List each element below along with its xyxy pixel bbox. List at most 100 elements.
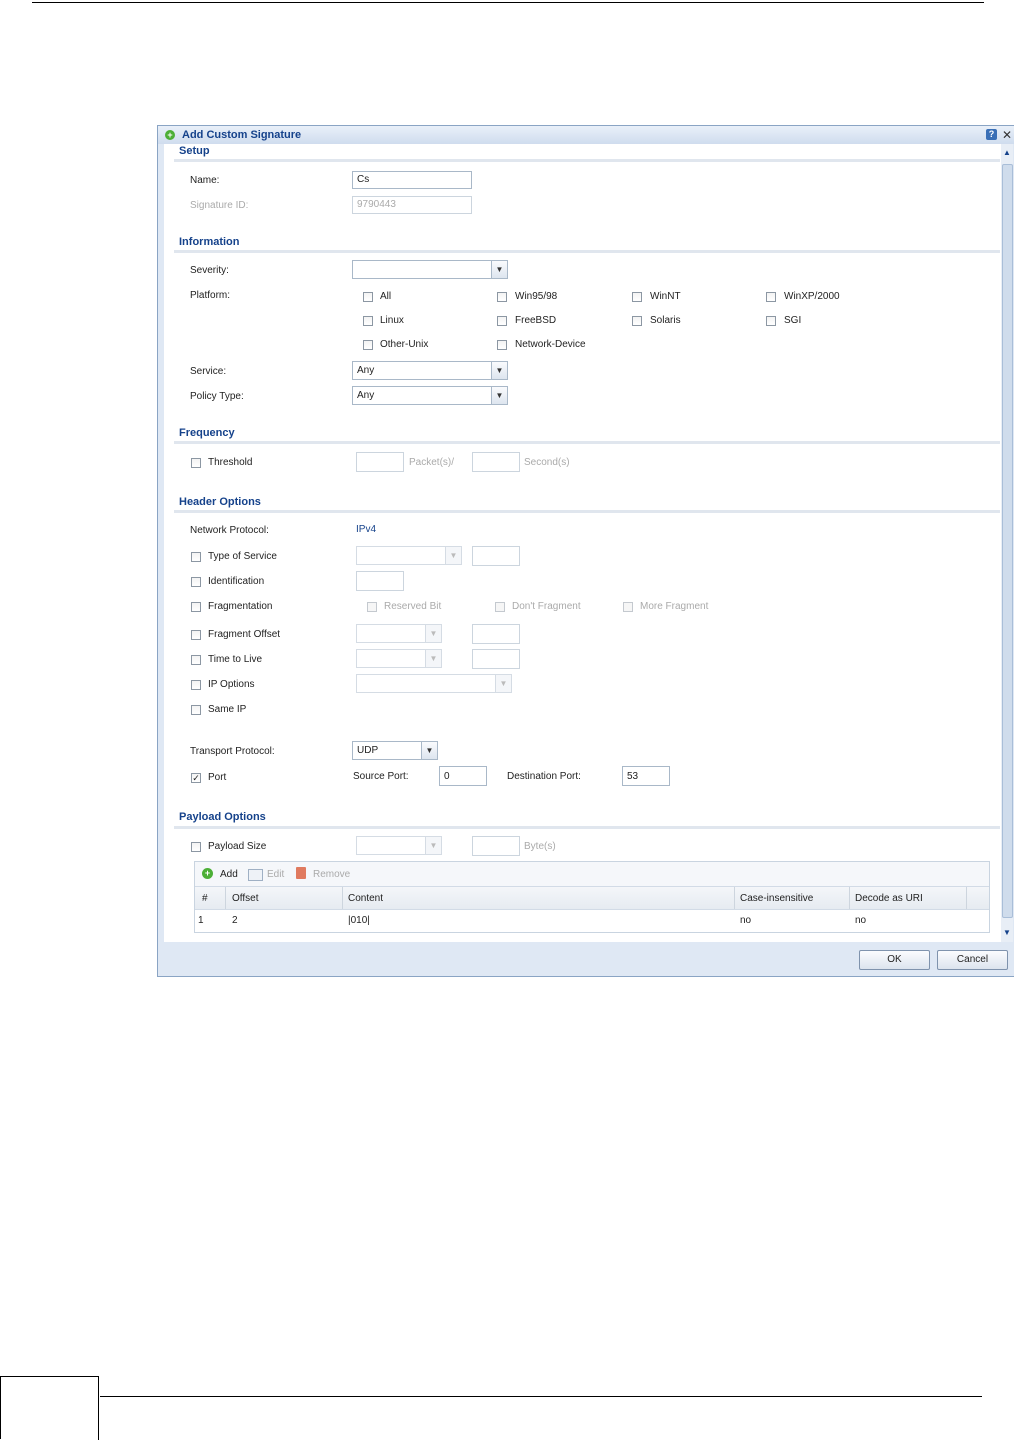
source-port-input[interactable] [439, 766, 487, 786]
platform-all-label: All [380, 291, 392, 302]
transport-protocol-value: UDP [357, 745, 379, 756]
payload-toolbar: + Add Edit Remove [195, 862, 989, 887]
fragment-offset-select[interactable]: ▼ [356, 624, 442, 643]
platform-sgi-label: SGI [784, 315, 802, 326]
severity-select[interactable]: ▼ [352, 260, 508, 279]
port-label: Port [208, 772, 227, 783]
name-input[interactable] [352, 171, 472, 189]
divider [174, 159, 1000, 162]
port-checkbox[interactable]: ✓ [191, 773, 201, 783]
fragment-offset-checkbox[interactable] [191, 630, 201, 640]
table-row[interactable]: 1 2 |010| no no [195, 910, 989, 931]
payload-size-checkbox[interactable] [191, 842, 201, 852]
dialog-titlebar: + Add Custom Signature ? ✕ [158, 126, 1014, 144]
row-number: 1 [198, 915, 204, 926]
type-of-service-label: Type of Service [208, 551, 277, 562]
platform-winxp-label: WinXP/2000 [784, 291, 840, 302]
platform-win95-label: Win95/98 [515, 291, 558, 302]
platform-winnt-checkbox[interactable] [632, 292, 642, 302]
identification-checkbox[interactable] [191, 577, 201, 587]
vertical-scrollbar[interactable]: ▲ ▼ [1001, 144, 1013, 942]
service-select[interactable]: Any ▼ [352, 361, 508, 380]
name-label: Name: [190, 175, 220, 186]
more-fragment-label: More Fragment [640, 601, 709, 612]
help-icon[interactable]: ? [986, 129, 997, 140]
dialog-content: Setup Name: Signature ID: Information Se… [164, 144, 1002, 942]
time-to-live-checkbox[interactable] [191, 655, 201, 665]
threshold-seconds-input[interactable] [472, 452, 520, 472]
time-to-live-select[interactable]: ▼ [356, 649, 442, 668]
transport-protocol-select[interactable]: UDP ▼ [352, 741, 438, 760]
platform-linux-checkbox[interactable] [363, 316, 373, 326]
fragment-offset-label: Fragment Offset [208, 629, 281, 640]
chevron-down-icon: ▼ [491, 261, 507, 278]
column-separator [342, 887, 343, 909]
chevron-down-icon: ▼ [425, 625, 441, 642]
same-ip-label: Same IP [208, 704, 247, 715]
network-protocol-value: IPv4 [356, 524, 377, 535]
platform-network-device-checkbox[interactable] [497, 340, 507, 350]
divider [174, 441, 1000, 444]
chevron-down-icon: ▼ [421, 742, 437, 759]
time-to-live-input[interactable] [472, 649, 520, 669]
column-header[interactable]: Case-insensitive [740, 893, 813, 904]
more-fragment-checkbox[interactable] [623, 602, 633, 612]
row-content: |010| [348, 915, 370, 926]
row-case-insensitive: no [740, 915, 752, 926]
add-button[interactable]: Add [220, 869, 238, 880]
chevron-down-icon: ▼ [445, 547, 461, 564]
platform-sgi-checkbox[interactable] [766, 316, 776, 326]
destination-port-input[interactable] [622, 766, 670, 786]
column-header[interactable]: # [202, 893, 208, 904]
fragmentation-label: Fragmentation [208, 601, 273, 612]
reserved-bit-checkbox[interactable] [367, 602, 377, 612]
page-bottom-rule [100, 1396, 982, 1397]
chevron-down-icon: ▼ [425, 837, 441, 854]
platform-winxp-checkbox[interactable] [766, 292, 776, 302]
platform-other-unix-checkbox[interactable] [363, 340, 373, 350]
platform-label: Platform: [190, 290, 231, 301]
destination-port-label: Destination Port: [507, 771, 581, 782]
chevron-up-icon[interactable]: ▲ [1002, 148, 1012, 157]
ip-options-checkbox[interactable] [191, 680, 201, 690]
cancel-button[interactable]: Cancel [937, 950, 1008, 970]
platform-solaris-checkbox[interactable] [632, 316, 642, 326]
bytes-label: Byte(s) [524, 841, 556, 852]
ok-button[interactable]: OK [859, 950, 930, 970]
policy-type-label: Policy Type: [190, 391, 244, 402]
service-value: Any [357, 365, 375, 376]
row-decode-as-uri: no [855, 915, 867, 926]
platform-other-unix-label: Other-Unix [380, 339, 429, 350]
threshold-packets-input[interactable] [356, 452, 404, 472]
remove-button[interactable]: Remove [313, 869, 350, 880]
add-icon[interactable]: + [202, 868, 213, 879]
type-of-service-input[interactable] [472, 546, 520, 566]
header-options-heading: Header Options [179, 496, 261, 508]
fragmentation-checkbox[interactable] [191, 602, 201, 612]
page-top-rule [32, 2, 984, 3]
fragment-offset-input[interactable] [472, 624, 520, 644]
same-ip-checkbox[interactable] [191, 705, 201, 715]
platform-all-checkbox[interactable] [363, 292, 373, 302]
column-header[interactable]: Decode as URI [855, 893, 923, 904]
platform-freebsd-checkbox[interactable] [497, 316, 507, 326]
threshold-checkbox[interactable] [191, 458, 201, 468]
column-header[interactable]: Offset [232, 893, 259, 904]
close-icon[interactable]: ✕ [1002, 128, 1012, 142]
edit-button[interactable]: Edit [267, 869, 284, 880]
type-of-service-select[interactable]: ▼ [356, 546, 462, 565]
page-number-box-edge [98, 1376, 99, 1440]
payload-size-input[interactable] [472, 836, 520, 856]
scroll-thumb[interactable] [1002, 164, 1013, 918]
policy-type-select[interactable]: Any ▼ [352, 386, 508, 405]
payload-size-select[interactable]: ▼ [356, 836, 442, 855]
network-protocol-label: Network Protocol: [190, 525, 269, 536]
type-of-service-checkbox[interactable] [191, 552, 201, 562]
chevron-down-icon[interactable]: ▼ [1002, 928, 1012, 937]
identification-input[interactable] [356, 571, 404, 591]
dont-fragment-checkbox[interactable] [495, 602, 505, 612]
platform-win95-checkbox[interactable] [497, 292, 507, 302]
column-header[interactable]: Content [348, 893, 383, 904]
ip-options-select[interactable]: ▼ [356, 674, 512, 693]
platform-freebsd-label: FreeBSD [515, 315, 557, 326]
